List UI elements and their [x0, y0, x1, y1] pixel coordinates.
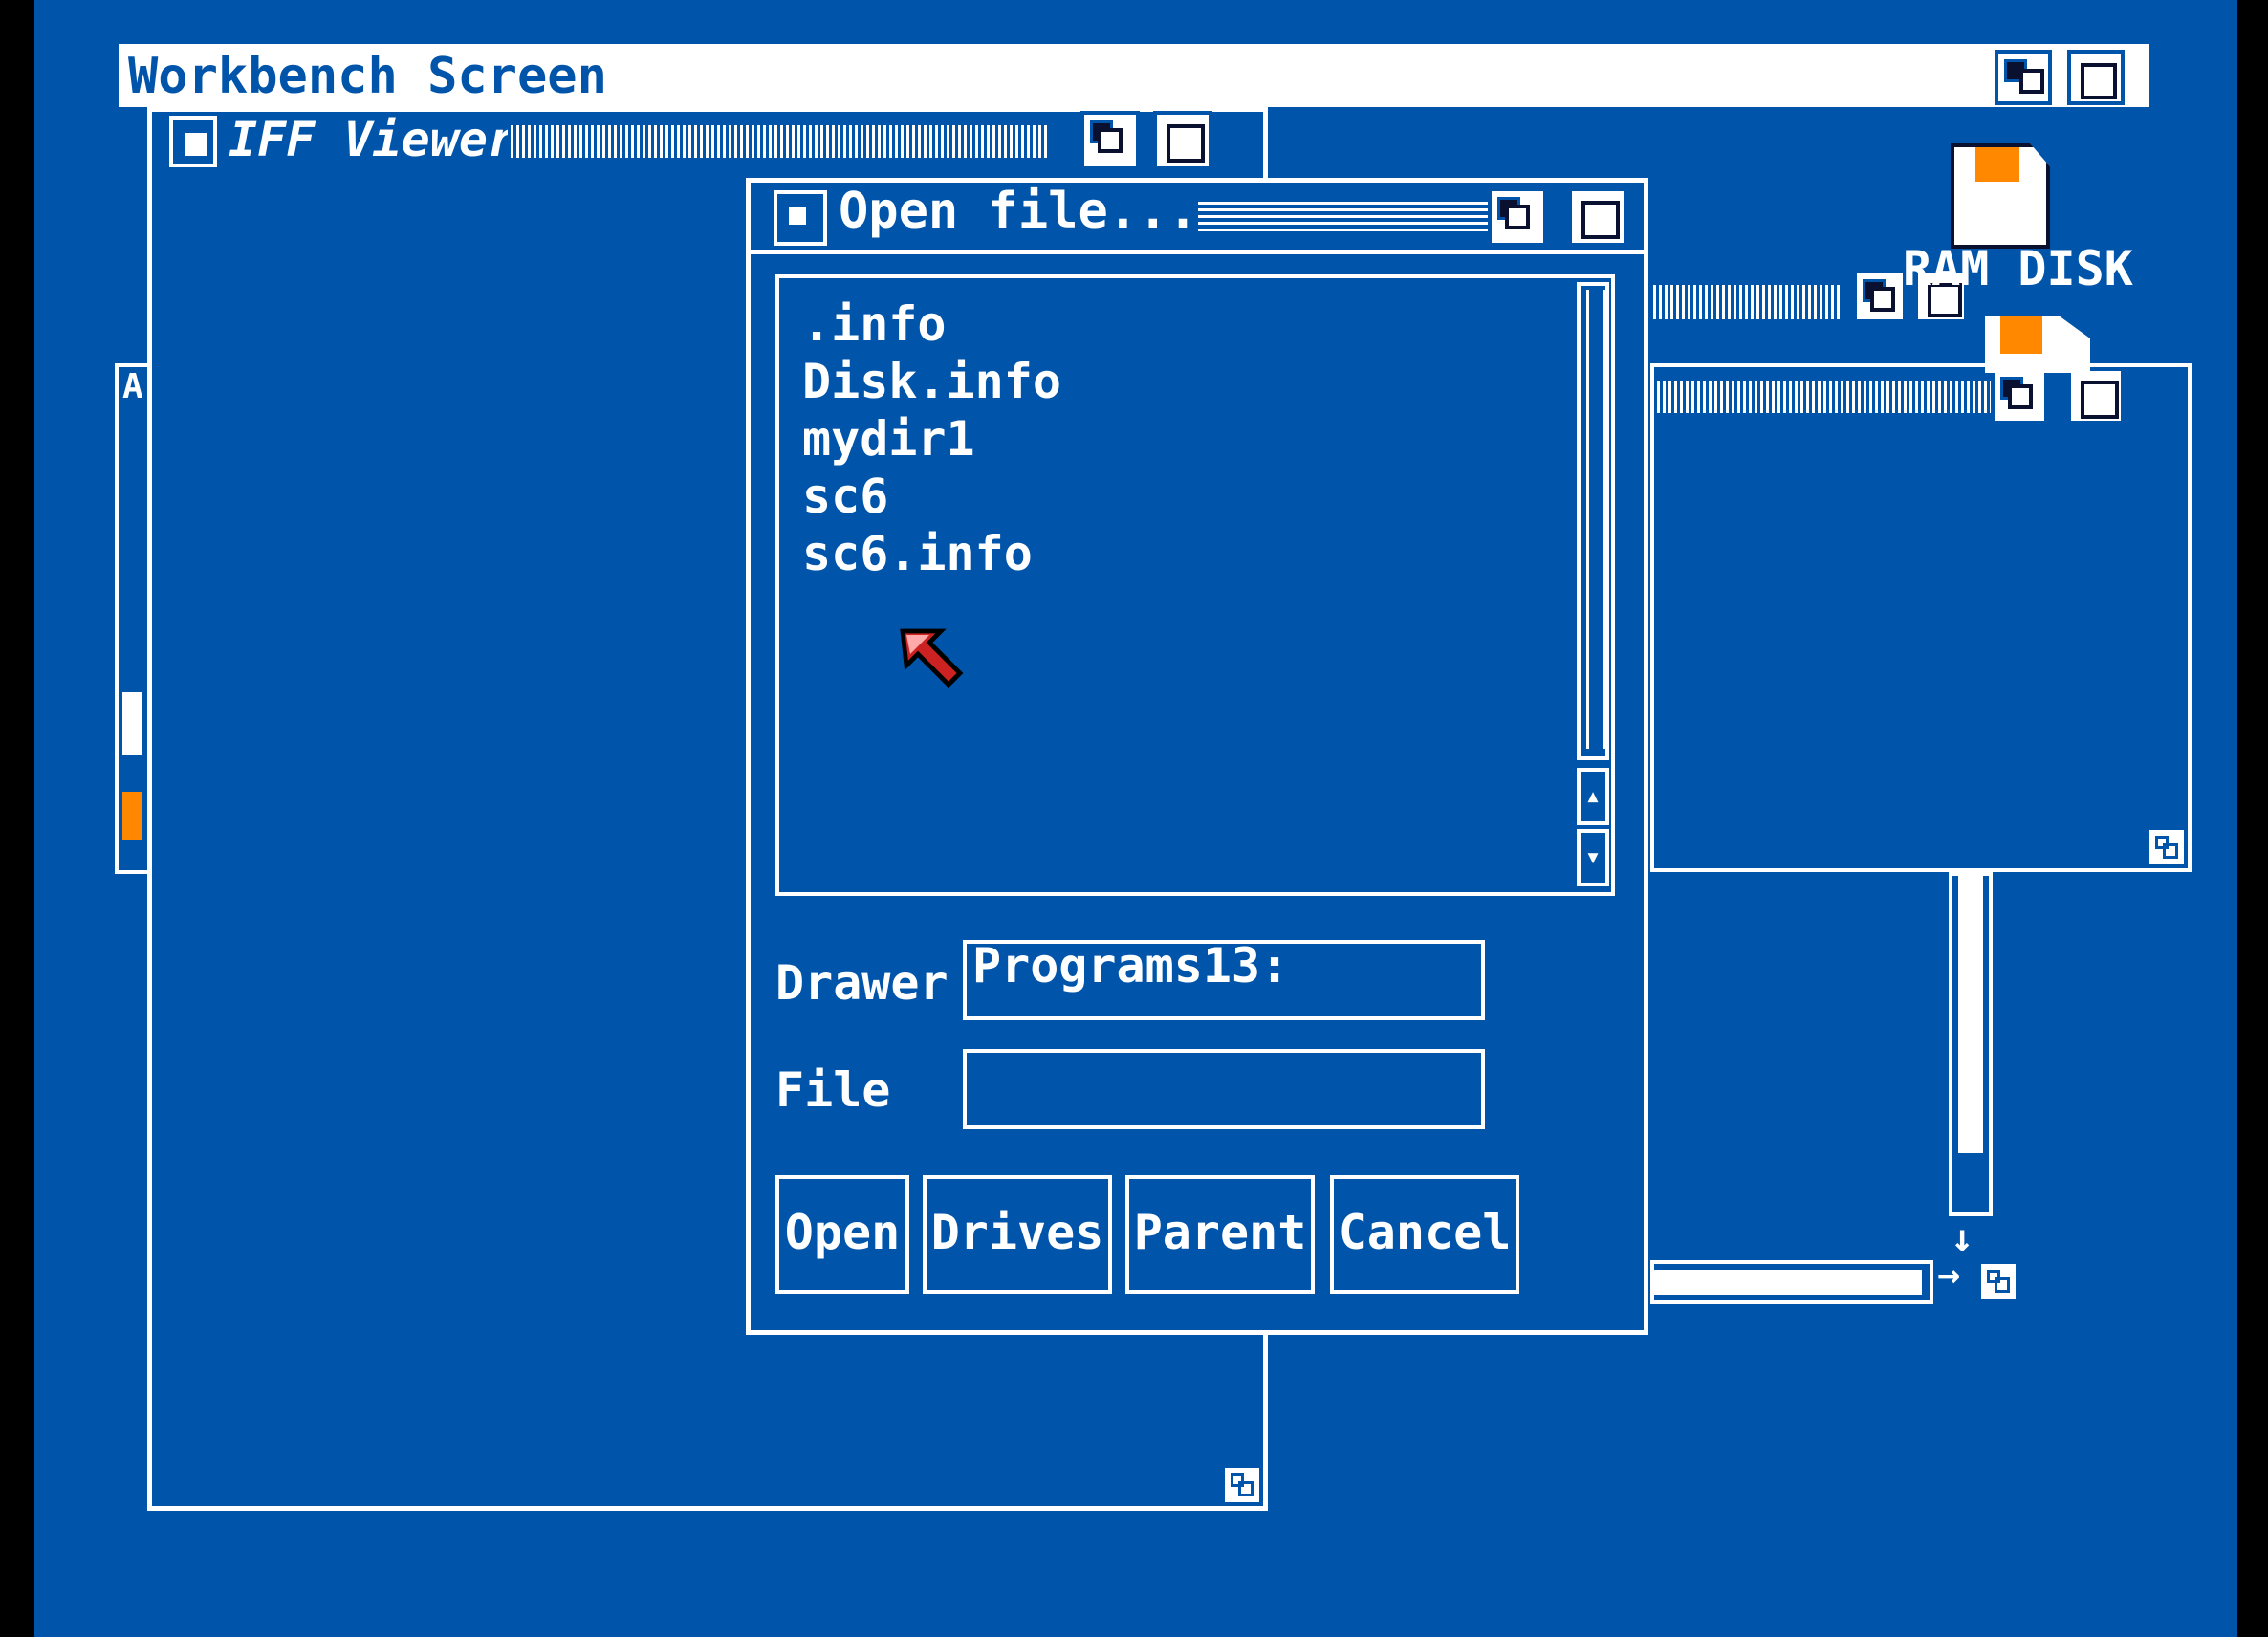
floppy-disk-icon[interactable] — [1951, 143, 2050, 249]
dialog-front-gadget[interactable] — [1568, 187, 1627, 247]
background-window-depth-gadget[interactable] — [1853, 270, 1907, 323]
right-window-front-gadget[interactable] — [2067, 367, 2125, 425]
dialog-title: Open file... — [839, 183, 1198, 240]
iff-viewer-close-gadget[interactable] — [169, 116, 217, 167]
scroll-right-arrow-icon[interactable]: → — [1937, 1253, 1960, 1297]
file-list[interactable]: .info Disk.info mydir1 sc6 sc6.info ▴ ▾ — [775, 274, 1615, 896]
iff-viewer-titlebar[interactable]: IFF Viewer — [152, 112, 1225, 175]
file-list-item[interactable]: .info — [802, 295, 1061, 353]
background-size-gadget[interactable] — [1981, 1264, 2016, 1299]
dialog-depth-gadget[interactable] — [1488, 187, 1547, 247]
dialog-dragbar[interactable] — [1198, 198, 1519, 234]
cancel-button[interactable]: Cancel — [1330, 1175, 1519, 1294]
open-button[interactable]: Open — [775, 1175, 909, 1294]
file-list-item[interactable]: sc6.info — [802, 525, 1061, 582]
drawer-label: Drawer — [775, 955, 949, 1011]
file-list-scrollbar[interactable] — [1577, 282, 1609, 760]
left-window-orange-bar — [122, 792, 142, 840]
second-disk-icon[interactable] — [1985, 316, 2090, 373]
iff-viewer-size-gadget[interactable] — [1225, 1468, 1259, 1502]
file-list-item[interactable]: Disk.info — [802, 353, 1061, 410]
background-vertical-scrollbar[interactable] — [1949, 872, 1993, 1216]
workbench-screen: Workbench Screen ↓ → A IFF Viewer RAM DI… — [34, 0, 2237, 1637]
iff-viewer-dragbar[interactable] — [508, 125, 1047, 158]
parent-button[interactable]: Parent — [1125, 1175, 1315, 1294]
drawer-field[interactable]: Programs13: — [963, 940, 1485, 1020]
file-list-item[interactable]: sc6 — [802, 468, 1061, 525]
scroll-up-arrow-icon[interactable]: ▴ — [1577, 768, 1609, 825]
file-label: File — [775, 1062, 891, 1118]
screen-titlebar[interactable]: Workbench Screen — [119, 44, 2149, 107]
right-window-dragbar[interactable] — [1654, 381, 1993, 413]
disk-icon-label: RAM DISK — [1903, 241, 2133, 296]
right-window-depth-gadget[interactable] — [1991, 367, 2048, 425]
right-window-size-gadget[interactable] — [2149, 830, 2184, 864]
scroll-down-arrow-icon[interactable]: ▾ — [1577, 829, 1609, 886]
background-horizontal-scrollbar[interactable] — [1650, 1260, 1933, 1304]
screen-depth-back-gadget[interactable] — [1995, 50, 2052, 105]
iff-viewer-front-gadget[interactable] — [1153, 111, 1212, 170]
file-list-item[interactable]: mydir1 — [802, 410, 1061, 468]
screen-depth-front-gadget[interactable] — [2067, 50, 2125, 105]
iff-viewer-title: IFF Viewer — [229, 112, 517, 167]
background-window-dragbar[interactable] — [1650, 285, 1842, 319]
mouse-pointer-icon — [900, 628, 964, 688]
file-field[interactable] — [963, 1049, 1485, 1129]
drives-button[interactable]: Drives — [923, 1175, 1112, 1294]
dialog-close-gadget[interactable] — [774, 190, 827, 246]
screen-title: Workbench Screen — [128, 48, 607, 105]
right-window[interactable] — [1650, 363, 2192, 872]
open-file-dialog[interactable]: Open file... .info Disk.info mydir1 sc6 … — [746, 178, 1648, 1335]
iff-viewer-depth-gadget[interactable] — [1080, 111, 1140, 170]
